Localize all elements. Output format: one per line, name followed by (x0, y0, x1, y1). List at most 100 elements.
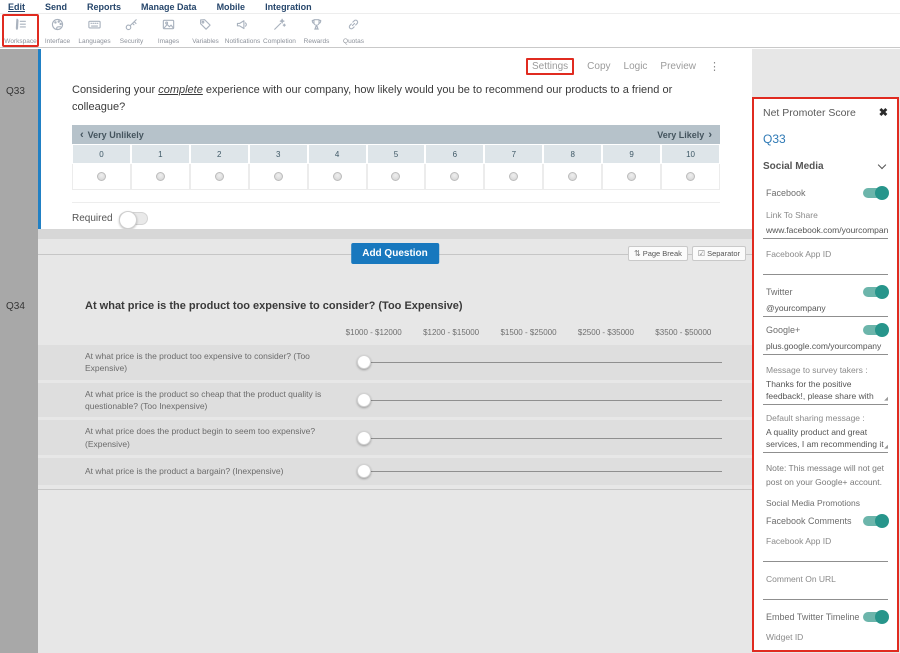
nps-radio-2[interactable] (215, 172, 224, 181)
social-media-section-label: Social Media (763, 161, 824, 172)
panel-header: Net Promoter Score ✖ (763, 107, 888, 119)
toolbar-item-quotas[interactable]: Quotas (335, 14, 372, 47)
facebook-app-id-input[interactable] (763, 261, 888, 275)
more-options-icon[interactable]: ⋮ (709, 60, 720, 73)
menu-item-integration[interactable]: Integration (265, 2, 312, 13)
question-number-q33: Q33 (0, 49, 38, 97)
nps-radio-6[interactable] (450, 172, 459, 181)
slider-thumb[interactable] (357, 355, 371, 369)
lower-zone: Add Question ⇅ Page Break ☑ Separator At… (38, 239, 752, 653)
embed-twitter-toggle-row: Embed Twitter Timeline (763, 612, 888, 622)
question-text-emphasis: complete (158, 84, 203, 96)
embed-twitter-toggle[interactable] (863, 612, 888, 622)
slider-thumb[interactable] (357, 393, 371, 407)
slider-thumb[interactable] (357, 464, 371, 478)
page-break-button[interactable]: ⇅ Page Break (628, 246, 688, 261)
menu-item-manage-data[interactable]: Manage Data (141, 2, 197, 13)
toolbar-item-workspace[interactable]: Workspace (2, 14, 39, 47)
facebook-app-id-2-input[interactable] (763, 548, 888, 562)
separator-button[interactable]: ☑ Separator (692, 246, 746, 261)
twitter-toggle[interactable] (863, 287, 888, 297)
widget-id-input[interactable] (763, 644, 888, 652)
toolbar-item-images[interactable]: Images (150, 14, 187, 47)
q34-column-headers: $1000 - $12000 $1200 - $15000 $1500 - $2… (335, 328, 722, 337)
google-plus-toggle[interactable] (863, 325, 888, 335)
divider (72, 202, 720, 203)
nps-radio-5[interactable] (391, 172, 400, 181)
scale-value: 4 (308, 144, 367, 164)
settings-button[interactable]: Settings (526, 58, 574, 75)
toolbar-item-label: Languages (78, 38, 110, 45)
q34-slider-rows: At what price is the product too expensi… (38, 345, 752, 485)
question-title-q34[interactable]: At what price is the product too expensi… (85, 300, 722, 312)
slider-track (363, 362, 722, 363)
q34-column-header: $1000 - $12000 (335, 328, 412, 337)
link-to-share-input[interactable] (763, 223, 888, 239)
slider-thumb[interactable] (357, 431, 371, 445)
survey-workspace: Q33 Q34 Settings Copy Logic Preview ⋮ Co… (0, 49, 900, 653)
toolbar-item-completion[interactable]: Completion (261, 14, 298, 47)
nps-radio-8[interactable] (568, 172, 577, 181)
nps-radio-4[interactable] (333, 172, 342, 181)
toolbar-item-label: Rewards (304, 38, 330, 45)
toolbar-item-variables[interactable]: Variables (187, 14, 224, 47)
panel-title: Net Promoter Score (763, 107, 856, 119)
chevron-down-icon[interactable] (878, 161, 886, 169)
menu-item-reports[interactable]: Reports (87, 2, 121, 13)
quotas-icon (346, 17, 361, 37)
required-toggle[interactable] (119, 212, 148, 225)
menu-item-mobile[interactable]: Mobile (217, 2, 246, 13)
add-question-button[interactable]: Add Question (351, 243, 439, 264)
toolbar-item-label: Quotas (343, 38, 364, 45)
nps-radio-9[interactable] (627, 172, 636, 181)
panel-question-id[interactable]: Q33 (763, 132, 888, 146)
twitter-handle-input[interactable] (763, 301, 888, 317)
toolbar-item-security[interactable]: Security (113, 14, 150, 47)
nps-radio-7[interactable] (509, 172, 518, 181)
separator-label: Separator (707, 249, 740, 258)
nps-radio-3[interactable] (274, 172, 283, 181)
comment-on-url-label: Comment On URL (763, 574, 888, 584)
nps-radio-10[interactable] (686, 172, 695, 181)
toolbar-item-rewards[interactable]: Rewards (298, 14, 335, 47)
google-plus-note: Note: This message will not get post on … (763, 461, 888, 490)
nps-scale-header: ‹Very Unlikely Very Likely› (72, 125, 720, 144)
question-text-q33[interactable]: Considering your complete experience wit… (72, 82, 720, 116)
toolbar-item-notifications[interactable]: Notifications (224, 14, 261, 47)
copy-button[interactable]: Copy (587, 61, 610, 72)
comment-on-url-input[interactable] (763, 586, 888, 600)
facebook-label: Facebook (766, 188, 806, 198)
facebook-comments-toggle[interactable] (863, 516, 888, 526)
chevron-left-icon[interactable]: ‹ (80, 129, 84, 141)
google-plus-toggle-row: Google+ (763, 325, 888, 335)
toolbar-item-interface[interactable]: Interface (39, 14, 76, 47)
preview-button[interactable]: Preview (660, 61, 696, 72)
toolbar-item-languages[interactable]: Languages (76, 14, 113, 47)
scale-value: 7 (484, 144, 543, 164)
top-menubar: Edit Send Reports Manage Data Mobile Int… (0, 0, 900, 14)
facebook-toggle[interactable] (863, 188, 888, 198)
scale-value: 9 (602, 144, 661, 164)
question-number-q34: Q34 (0, 97, 38, 312)
nps-radio-0[interactable] (97, 172, 106, 181)
q34-row-label: At what price does the product begin to … (85, 425, 335, 450)
link-to-share-label: Link To Share (763, 210, 888, 220)
close-icon[interactable]: ✖ (879, 108, 888, 119)
social-media-section-header[interactable]: Social Media (763, 161, 888, 172)
default-sharing-textarea[interactable]: A quality product and great services, I … (763, 426, 888, 453)
nps-radio-1[interactable] (156, 172, 165, 181)
logic-button[interactable]: Logic (624, 61, 648, 72)
embed-twitter-label: Embed Twitter Timeline (766, 612, 859, 622)
price-slider (357, 431, 722, 445)
question-text-prefix: Considering your (72, 84, 158, 96)
slider-track (363, 438, 722, 439)
toolbar-item-label: Workspace (4, 38, 36, 45)
default-sharing-wrap: A quality product and great services, I … (763, 426, 888, 453)
message-to-takers-textarea[interactable]: Thanks for the positive feedback!, pleas… (763, 378, 888, 405)
menu-item-send[interactable]: Send (45, 2, 67, 13)
facebook-toggle-row: Facebook (763, 188, 888, 198)
google-plus-url-input[interactable] (763, 339, 888, 355)
chevron-right-icon[interactable]: › (708, 129, 712, 141)
separator-icon: ☑ (698, 249, 705, 258)
menu-item-edit[interactable]: Edit (8, 2, 25, 13)
